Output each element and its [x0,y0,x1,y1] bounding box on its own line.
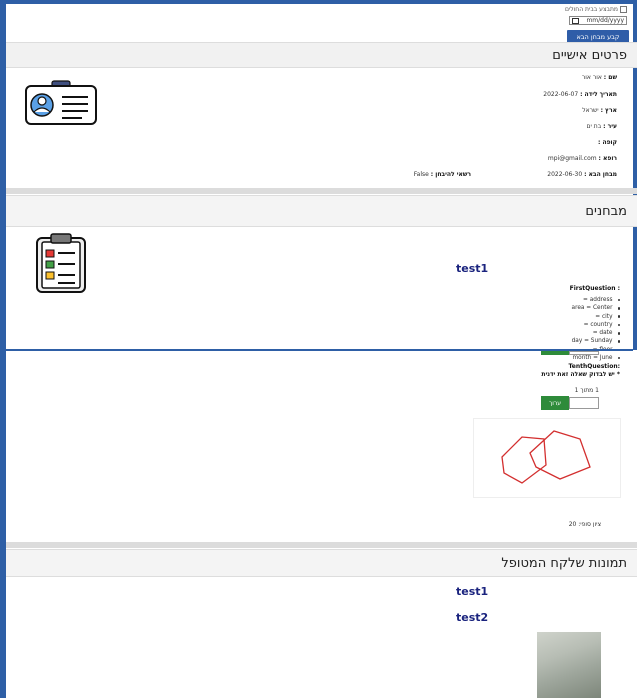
photos-header: תמונות שלקח המטופל [6,549,637,577]
id-card-icon [25,80,97,125]
personal-details-title: פרטים אישיים [552,48,627,63]
next-exam-date-input[interactable]: mm/dd/yyyy [569,16,627,25]
field-name: שם : אור אור [581,74,617,81]
list-item: = city [572,313,620,321]
calendar-icon[interactable] [572,17,579,24]
field-city: עיר : בת ים [586,123,617,130]
patient-drawing [473,418,621,498]
list-item: day = Sunday [572,337,620,345]
screenshot-splice-line [6,349,633,351]
exams-title: מבחנים [585,204,627,219]
section-divider [6,188,637,194]
manual-check-note: * יש לבדוק שאלה זאת ידנית [541,371,620,378]
top-controls: מתבצע בבית החולים mm/dd/yyyy קבע מבחן הב… [6,4,633,43]
photo-test-title-2: test2 [456,611,489,624]
score-input[interactable] [569,397,599,409]
exams-header: מבחנים [6,195,637,227]
hospital-checkbox-row[interactable]: מתבצע בבית החולים [565,6,627,13]
list-item: = address [572,296,620,304]
field-birthdate: תאריך לידה : 2022-06-07 [543,91,617,98]
field-doctor: רופא : mpi@gmail.com [547,155,617,162]
photo-test-title-1: test1 [456,585,489,598]
field-next-exam: מבחן הבא : 2022-06-30 [547,171,617,178]
exam-test-title: test1 [456,262,489,275]
field-allowed-to-test: רשאי להיבחן : False [413,171,471,178]
field-country: ארץ : ישראל [582,107,617,114]
hospital-checkbox[interactable] [620,6,627,13]
date-placeholder: mm/dd/yyyy [586,17,624,24]
first-question-label: : FirstQuestion [569,285,620,292]
final-score: ציון סופי: 20 [568,521,601,528]
personal-details-header: פרטים אישיים [6,42,637,68]
photos-title: תמונות שלקח המטופל [501,556,627,571]
list-item: area = Center [572,304,620,312]
clipboard-checklist-icon [36,233,86,293]
field-hmo: קופה : [597,139,617,146]
list-item: = date [572,329,620,337]
list-item: = country [572,321,620,329]
score-input-partial[interactable] [569,351,599,355]
list-item: month = June [572,354,620,362]
question-score: 1 מתוך 1 [574,387,599,394]
pentagons-drawing [501,430,591,484]
edit-button-partial[interactable] [541,351,569,355]
patient-photo[interactable] [537,632,601,698]
section-divider [6,542,637,548]
hospital-checkbox-label: מתבצע בבית החולים [564,6,618,13]
edit-button[interactable]: ערוך [541,396,569,410]
tenth-question-label: :TenthQuestion [568,363,620,370]
